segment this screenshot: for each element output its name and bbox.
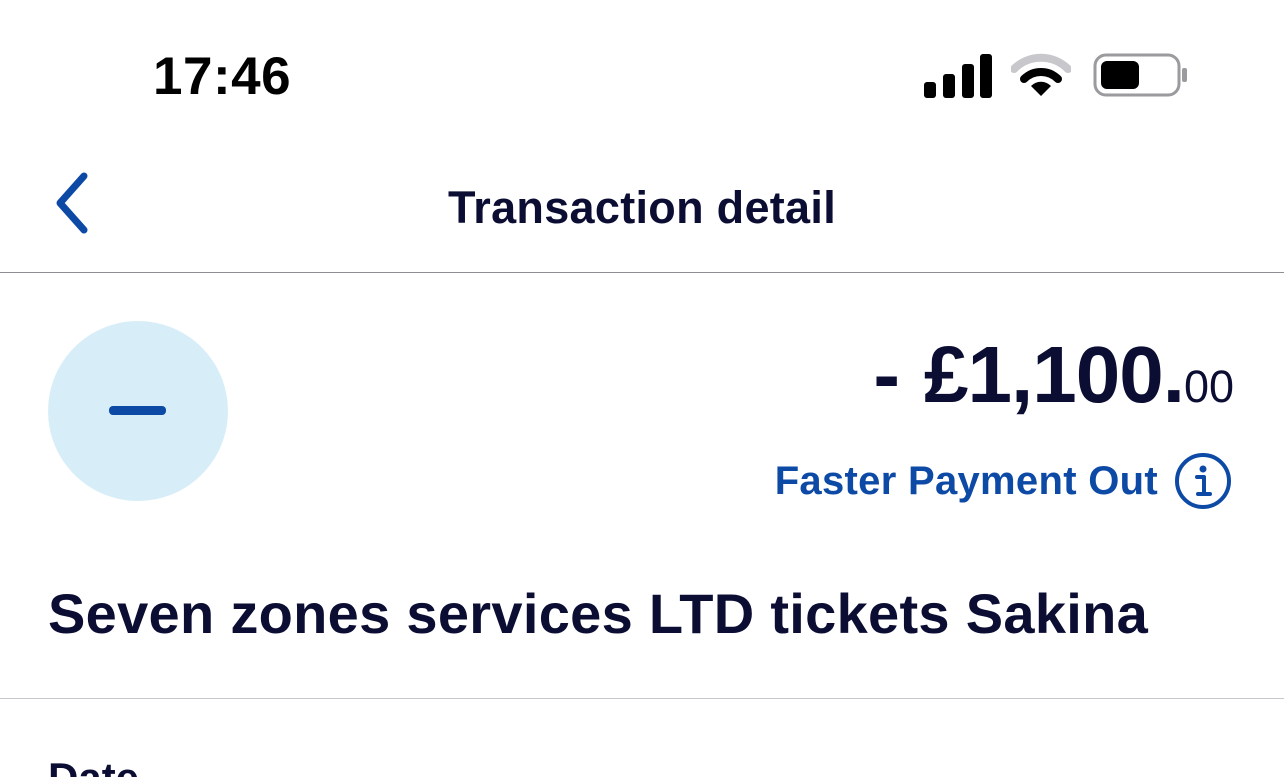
amount-sign: - [873,330,901,419]
header-divider [0,272,1284,273]
cellular-signal-icon [924,54,992,98]
amount-minor: 00 [1183,361,1234,412]
transaction-description: Seven zones services LTD tickets Sakina [48,582,1149,645]
page-title: Transaction detail [447,182,836,233]
wifi-icon [1011,53,1071,96]
minus-icon [109,406,166,415]
payment-type-label: Faster Payment Out [774,459,1158,503]
transaction-amount: - £1,100.00 [873,330,1234,443]
date-field-label: Date [48,752,139,777]
battery-icon [1093,53,1187,97]
transaction-detail-screen: 17:46 Transaction detail - £1,100.00 Fast… [0,0,1284,777]
status-bar-time: 17:46 [153,47,292,106]
transaction-type-avatar [48,321,228,501]
section-divider [0,698,1284,699]
amount-major: £1,100. [924,330,1185,419]
info-circle-icon[interactable] [1174,452,1232,510]
